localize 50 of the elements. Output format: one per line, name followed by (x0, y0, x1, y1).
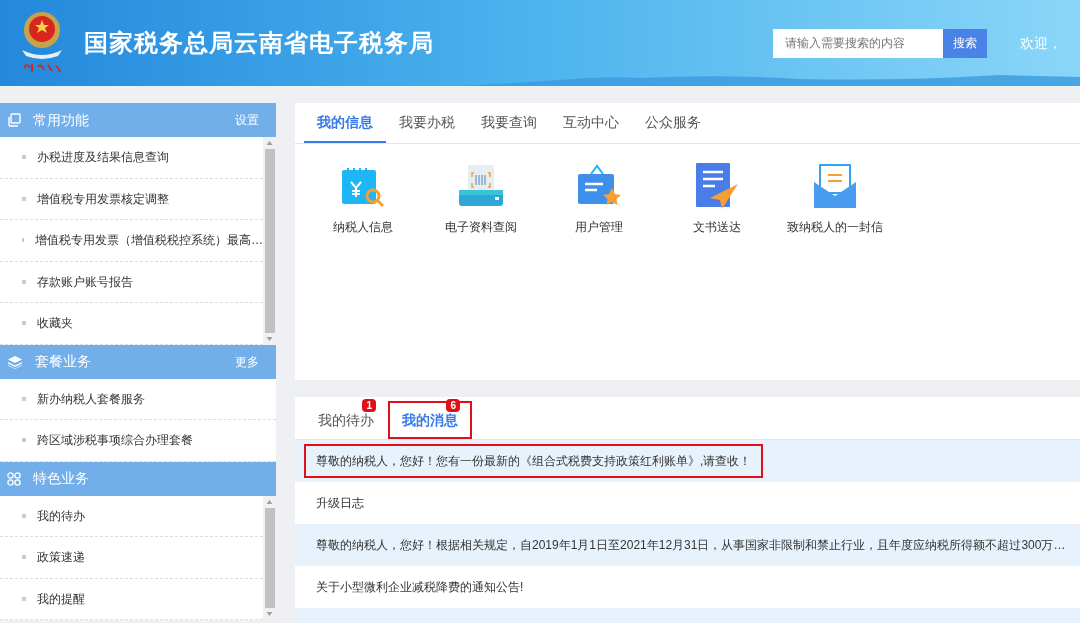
tab[interactable]: 我的信息 (304, 103, 386, 143)
message-link[interactable]: 升级日志 (304, 486, 376, 520)
bullet-icon (22, 513, 26, 518)
menu-link[interactable]: 存款账户账号报告 (37, 272, 133, 291)
menu-link[interactable]: 我的提醒 (37, 589, 85, 608)
menu-link[interactable]: 收藏夹 (37, 314, 73, 333)
search-field[interactable]: 请输入需要搜索的内容 (773, 28, 943, 58)
shortcut-button[interactable]: 电子资料查阅 (422, 160, 540, 236)
menu-link[interactable]: 办税进度及结果信息查询 (37, 148, 169, 167)
count-badge: 6 (446, 399, 460, 412)
menu-link[interactable]: 我的待办 (37, 506, 85, 525)
shortcut-button[interactable]: 致纳税人的一封信 (776, 160, 894, 236)
count-badge: 1 (362, 399, 376, 412)
shortcut-button[interactable]: 用户管理 (540, 160, 658, 236)
menu-link[interactable]: 跨区域涉税事项综合办理套餐 (37, 431, 193, 450)
envelope-letter-icon (812, 164, 858, 210)
tab[interactable]: 我要办税 (386, 103, 468, 143)
search-button[interactable]: 搜索 (943, 28, 987, 58)
site-title: 国家税务总局云南省电子税务局 (84, 28, 434, 58)
grid-icon (7, 471, 21, 486)
section-title: 套餐业务 (35, 352, 91, 371)
document-paper-plane-icon (694, 162, 740, 210)
shortcut-button[interactable]: 文书送达 (658, 160, 776, 236)
bullet-icon (22, 438, 26, 443)
tab[interactable]: 我的待办 1 (304, 401, 388, 439)
menu-link[interactable]: 新办纳税人套餐服务 (37, 389, 145, 408)
shortcut-button[interactable]: 纳税人信息 (304, 160, 422, 236)
tab[interactable]: 公众服务 (632, 103, 714, 143)
section-title: 特色业务 (33, 469, 89, 488)
scrollbar[interactable] (263, 137, 276, 345)
bullet-icon (22, 155, 26, 160)
bullet-icon (22, 596, 26, 601)
layers-icon (7, 354, 23, 369)
tab[interactable]: 互动中心 (550, 103, 632, 143)
calendar-search-icon (340, 166, 386, 210)
bullet-icon (22, 321, 26, 326)
menu-link[interactable]: 增值税专用发票核定调整 (37, 189, 169, 208)
welcome-text: 欢迎， (1020, 33, 1062, 53)
section-title: 常用功能 (33, 110, 89, 130)
tab[interactable]: 我要查询 (468, 103, 550, 143)
menu-link[interactable]: 增值税专用发票（增值税税控系统）最高… (35, 231, 263, 250)
bullet-icon (22, 555, 26, 560)
scrollbar[interactable] (263, 495, 276, 620)
message-link[interactable]: 尊敬的纳税人，您好！您有一份最新的《组合式税费支持政策红利账单》,请查收！ (304, 444, 764, 478)
menu-link[interactable]: 政策速递 (37, 548, 85, 567)
message-link[interactable]: 关于小型微利企业减税降费的通知公告! (304, 570, 536, 604)
bullet-icon (22, 196, 26, 201)
copy-icon (7, 113, 21, 127)
bullet-icon (22, 279, 26, 284)
bullet-icon (22, 396, 26, 401)
